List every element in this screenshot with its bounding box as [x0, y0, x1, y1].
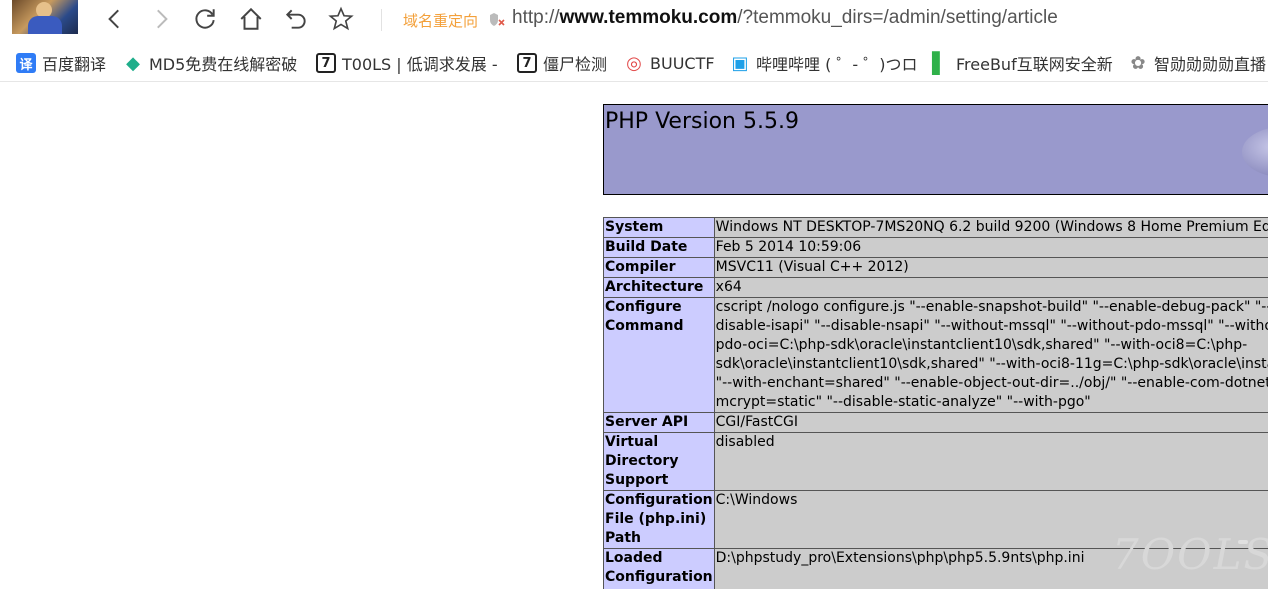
freebuf-logo-icon: ▌	[932, 51, 948, 75]
php-logo-icon	[1242, 127, 1268, 177]
home-icon[interactable]	[236, 4, 266, 34]
translate-icon: 译	[16, 53, 36, 73]
t00ls-logo-icon: 7	[517, 53, 537, 73]
bookmarks-bar: 译 百度翻译 ◆ MD5免费在线解密破 7 T00LS | 低调求发展 - 7 …	[0, 44, 1268, 82]
row-key: Configuration File (php.ini) Path	[603, 490, 715, 549]
row-value-line: MSVC11 (Visual C++ 2012)	[715, 259, 909, 275]
url-host: www.temmoku.com	[559, 7, 738, 28]
bookmark-label: T00LS | 低调求发展 -	[342, 55, 498, 74]
row-value: Windows NT DESKTOP-7MS20NQ 6.2 build 920…	[713, 217, 1268, 238]
bookmark-md5[interactable]: ◆ MD5免费在线解密破	[123, 52, 298, 75]
row-key: Server API	[603, 412, 715, 433]
bookmark-label: 百度翻译	[42, 55, 107, 74]
toolbar-divider	[381, 9, 382, 31]
row-value: Feb 5 2014 10:59:06	[713, 237, 1268, 258]
row-value-line: disabled	[715, 434, 775, 450]
row-key: Loaded Configuration File	[603, 548, 715, 589]
row-value-line: sdk\oracle\instantclient10\sdk,shared" "…	[715, 356, 1268, 372]
back-icon[interactable]	[100, 4, 130, 34]
bookmark-zombie-check[interactable]: 7 僵尸检测	[517, 52, 607, 74]
row-value-line: disable-isapi" "--disable-nsapi" "--with…	[715, 318, 1268, 334]
table-row: System Windows NT DESKTOP-7MS20NQ 6.2 bui…	[603, 217, 1268, 238]
star-icon[interactable]	[326, 4, 356, 34]
row-value-line: cscript /nologo configure.js "--enable-s…	[715, 299, 1268, 315]
bilibili-tv-icon: ▣	[731, 52, 749, 74]
bookmark-freebuf[interactable]: ▌ FreeBuf互联网安全新	[930, 51, 1113, 75]
address-bar[interactable]: http://www.temmoku.com/?temmoku_dirs=/ad…	[512, 7, 1058, 29]
bookmark-t00ls[interactable]: 7 T00LS | 低调求发展 -	[316, 52, 498, 74]
table-row: Server API CGI/FastCGI	[603, 412, 1268, 433]
forward-icon[interactable]	[146, 4, 176, 34]
bookmark-label: 智勋勋勋勋直播	[1154, 55, 1267, 74]
mascot-icon: ✿	[1130, 52, 1146, 74]
bookmark-bilibili[interactable]: ▣ 哔哩哔哩 ( ゜- ゜)つロ	[730, 52, 918, 75]
undo-icon[interactable]	[281, 4, 311, 34]
row-value-line: CGI/FastCGI	[715, 414, 799, 430]
url-scheme: http://	[512, 7, 560, 28]
row-value-line: Windows NT DESKTOP-7MS20NQ 6.2 build 920…	[715, 219, 1268, 235]
table-row: Configure Command cscript /nologo configu…	[603, 297, 1268, 413]
browser-toolbar: 域名重定向 http://www.temmoku.com/?temmoku_di…	[0, 0, 1268, 40]
row-key: Configure Command	[603, 297, 715, 413]
url-path: /?temmoku_dirs=/admin/setting/article	[737, 7, 1058, 28]
bookmark-live-stream[interactable]: ✿ 智勋勋勋勋直播	[1128, 52, 1267, 75]
row-value: x64	[713, 277, 1268, 298]
row-value-line: x64	[715, 279, 742, 295]
bookmark-label: 僵尸检测	[543, 55, 608, 74]
php-version-header: PHP Version 5.5.9	[603, 104, 1268, 195]
t00ls-watermark: 7OOLS	[1112, 530, 1268, 579]
row-value-line: "--with-enchant=shared" "--enable-object…	[715, 375, 1268, 391]
t00ls-logo-icon: 7	[316, 53, 336, 73]
reload-icon[interactable]	[190, 4, 220, 34]
bookmark-buuctf[interactable]: ◎ BUUCTF	[624, 52, 715, 74]
row-value: CGI/FastCGI	[713, 412, 1268, 433]
watermark-dots	[1238, 540, 1248, 544]
row-value: disabled	[713, 432, 1268, 491]
row-value: MSVC11 (Visual C++ 2012)	[713, 257, 1268, 278]
shield-warning-icon[interactable]	[488, 11, 506, 27]
page-title: PHP Version 5.5.9	[605, 109, 799, 134]
row-key: Architecture	[603, 277, 715, 298]
bookmark-label: BUUCTF	[650, 53, 715, 73]
row-value: cscript /nologo configure.js "--enable-s…	[713, 297, 1268, 413]
table-row: Architecture x64	[603, 277, 1268, 298]
row-key: Virtual Directory Support	[603, 432, 715, 491]
row-value-line: pdo-oci=C:\php-sdk\oracle\instantclient1…	[715, 337, 1248, 353]
table-row: Virtual Directory Support disabled	[603, 432, 1268, 491]
user-avatar[interactable]	[12, 0, 78, 34]
table-row: Compiler MSVC11 (Visual C++ 2012)	[603, 257, 1268, 278]
row-value-line: Feb 5 2014 10:59:06	[715, 239, 862, 255]
table-row: Build Date Feb 5 2014 10:59:06	[603, 237, 1268, 258]
bookmark-label: 哔哩哔哩 ( ゜- ゜)つロ	[756, 55, 918, 74]
buuctf-logo-icon: ◎	[626, 52, 642, 74]
bookmark-baidu-translate[interactable]: 译 百度翻译	[16, 52, 106, 74]
bookmark-label: MD5免费在线解密破	[149, 55, 298, 74]
redirect-warning-label[interactable]: 域名重定向	[403, 10, 478, 31]
row-value-line: mcrypt=static" "--disable-static-analyze…	[715, 394, 1091, 410]
row-key: System	[603, 217, 715, 238]
md5-logo-icon: ◆	[126, 52, 140, 74]
row-value-line: C:\Windows	[715, 492, 798, 508]
row-key: Build Date	[603, 237, 715, 258]
row-key: Compiler	[603, 257, 715, 278]
bookmark-label: FreeBuf互联网安全新	[956, 55, 1113, 74]
